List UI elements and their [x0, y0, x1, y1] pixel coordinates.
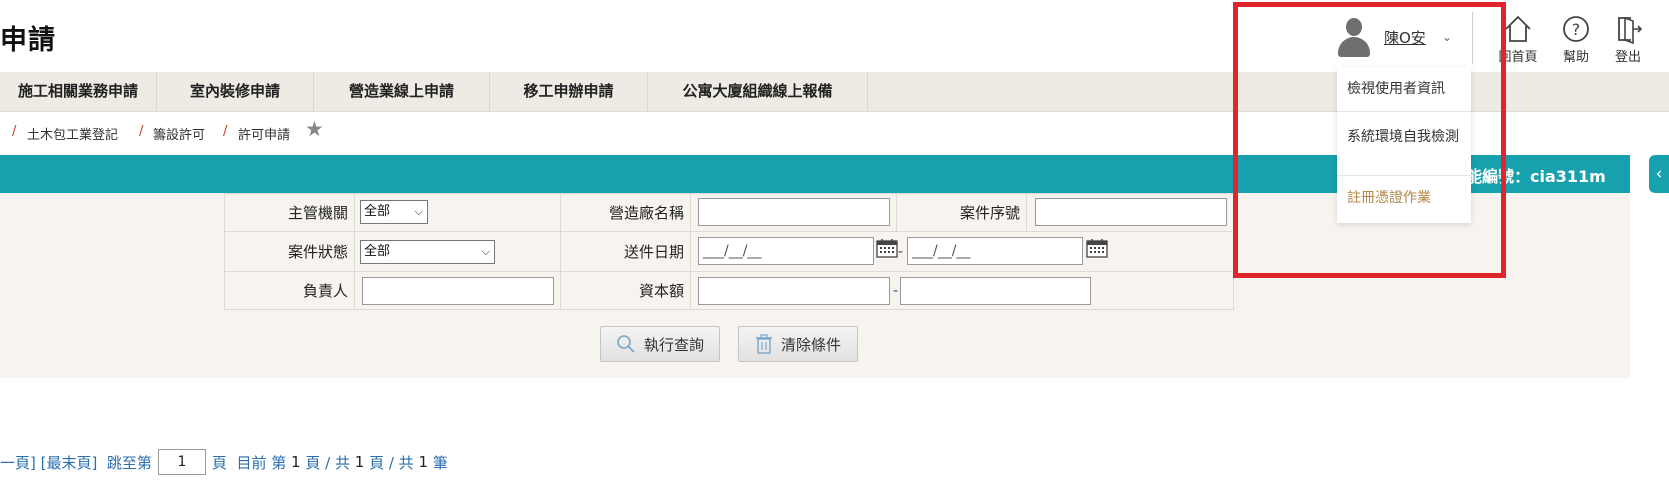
- label-capital: 資本額: [560, 271, 691, 310]
- company-input[interactable]: [698, 198, 890, 226]
- logout-icon: [1618, 16, 1643, 44]
- query-button[interactable]: 執行查詢: [600, 326, 720, 362]
- trash-icon: [755, 334, 772, 354]
- breadcrumb-current: 許可申請: [238, 128, 291, 143]
- label-status: 案件狀態: [224, 231, 355, 272]
- pager-current-page: 1: [291, 453, 301, 471]
- clear-button-label: 清除條件: [780, 335, 841, 354]
- nav-item-migrant-worker[interactable]: 移工申辦申請: [490, 72, 648, 111]
- label-case-no: 案件序號: [896, 193, 1027, 232]
- label-company: 營造廠名稱: [560, 193, 691, 232]
- chevron-left-icon[interactable]: ‹: [1649, 155, 1669, 193]
- svg-text:?: ?: [1572, 20, 1581, 39]
- agency-select[interactable]: 全部 ⌵: [360, 200, 428, 224]
- pager-last-link[interactable]: [最末頁]: [41, 452, 98, 473]
- label-owner: 負責人: [224, 271, 355, 310]
- case-no-input[interactable]: [1035, 198, 1227, 226]
- pager-total-records: 1: [418, 453, 428, 471]
- label-agency: 主管機關: [224, 193, 355, 232]
- pagination: 一頁] [最末頁] 跳至第 1 頁 目前 第 1 頁 / 共 1 頁 / 共 1…: [0, 449, 448, 475]
- help-button[interactable]: ? 幫助: [1548, 14, 1604, 65]
- home-icon: [1505, 15, 1531, 42]
- pager-jump-label: 跳至第: [106, 453, 152, 472]
- pager-prev-link[interactable]: 一頁]: [0, 452, 36, 473]
- help-icon: ?: [1563, 16, 1589, 42]
- pager-page-unit: 頁: [211, 453, 227, 472]
- status-select[interactable]: 全部 ⌵: [360, 240, 495, 264]
- pager-total-records-label: 頁 / 共: [369, 453, 414, 472]
- highlight-box: [1233, 2, 1506, 278]
- date-range-dash: -: [898, 244, 904, 260]
- logout-button[interactable]: 登出: [1600, 14, 1656, 65]
- calendar-icon[interactable]: [876, 238, 898, 258]
- logout-label: 登出: [1614, 50, 1641, 65]
- nav-item-construction-online[interactable]: 營造業線上申請: [314, 72, 490, 111]
- pager-total-pages: 1: [354, 453, 365, 471]
- star-icon[interactable]: ★: [305, 117, 324, 141]
- date-to-input[interactable]: ___/__/__: [907, 237, 1083, 265]
- nav-item-construction[interactable]: 施工相關業務申請: [0, 72, 157, 111]
- page-jump-input[interactable]: 1: [157, 449, 206, 475]
- nav-item-interior[interactable]: 室內裝修申請: [157, 72, 314, 111]
- clear-button[interactable]: 清除條件: [738, 326, 858, 362]
- breadcrumb-separator: /: [223, 124, 228, 139]
- label-date: 送件日期: [560, 231, 691, 272]
- capital-to-input[interactable]: [900, 277, 1091, 305]
- capital-range-dash: -: [893, 283, 899, 299]
- pager-current-label: 目前 第: [236, 453, 287, 472]
- help-label: 幫助: [1562, 50, 1589, 65]
- owner-input[interactable]: [362, 277, 554, 305]
- breadcrumb-separator: /: [139, 124, 144, 139]
- breadcrumb-separator: /: [12, 124, 17, 139]
- pager-total-pages-label: 頁 / 共: [305, 453, 350, 472]
- search-icon: [617, 335, 635, 353]
- date-from-input[interactable]: ___/__/__: [698, 237, 874, 265]
- pager-records-unit: 筆: [432, 453, 448, 472]
- capital-from-input[interactable]: [698, 277, 890, 305]
- calendar-icon[interactable]: [1086, 238, 1108, 258]
- query-button-label: 執行查詢: [643, 335, 704, 354]
- nav-item-apartment[interactable]: 公寓大廈組織線上報備: [648, 72, 868, 111]
- page-title: 申請: [0, 25, 56, 56]
- breadcrumb-item[interactable]: 土木包工業登記: [27, 124, 118, 143]
- breadcrumb-item[interactable]: 籌設許可: [153, 124, 205, 143]
